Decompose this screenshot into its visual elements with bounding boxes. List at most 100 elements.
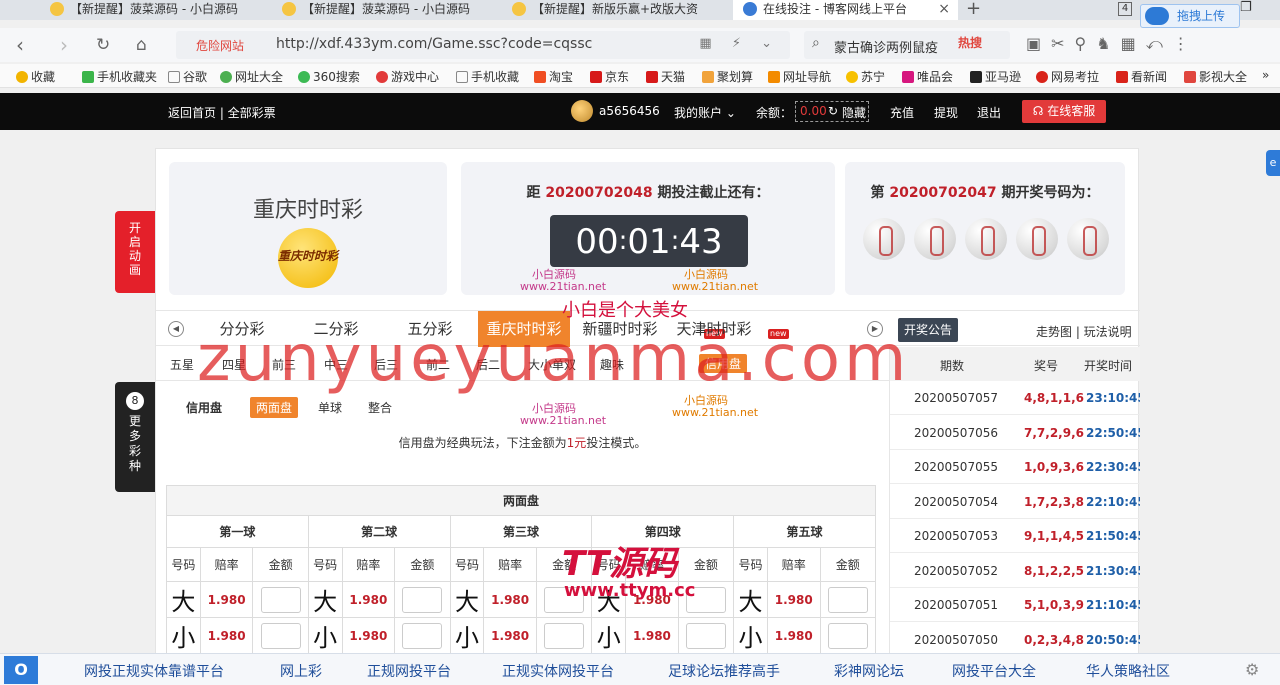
bookmark-item[interactable]: 苏宁 bbox=[846, 68, 885, 85]
ball-header: 第五球 bbox=[733, 515, 876, 548]
tab-count[interactable]: 4 bbox=[1118, 2, 1132, 16]
amount-input[interactable] bbox=[402, 586, 443, 613]
home-icon[interactable]: ⌂ bbox=[136, 33, 147, 57]
history-row: 20200507057 4,8,1,1,6 23:10:45 bbox=[890, 381, 1140, 415]
bookmark-item[interactable]: 网址导航 bbox=[768, 68, 831, 85]
forward-icon[interactable]: › bbox=[60, 33, 68, 57]
bottom-link[interactable]: 彩神网论坛 bbox=[834, 661, 904, 681]
chart-link[interactable]: 走势图 | 玩法说明 bbox=[1036, 323, 1132, 340]
address-actions-icon[interactable]: ▦ ⚡ ⌄ bbox=[699, 36, 780, 51]
browser-tab[interactable]: 【新提醒】新版乐赢+改版大资 bbox=[502, 0, 732, 20]
bottom-link[interactable]: 正规实体网投平台 bbox=[502, 661, 614, 681]
home-link[interactable]: 返回首页 | 全部彩票 bbox=[168, 104, 276, 121]
bottom-link[interactable]: 网上彩 bbox=[280, 661, 322, 681]
bookmark-item[interactable]: 网址大全 bbox=[220, 68, 283, 85]
hide-balance-link[interactable]: 隐藏 bbox=[842, 104, 866, 121]
mode-tab[interactable]: 整合 bbox=[368, 399, 392, 416]
browser-logo-icon[interactable]: O bbox=[4, 656, 38, 684]
mode-tab[interactable]: 单球 bbox=[318, 399, 342, 416]
amount-input[interactable] bbox=[544, 622, 585, 649]
bet-row: 小 1.980 小 1.980 小 1.980 小 1.980 小 1.980 bbox=[166, 617, 877, 654]
nav-icon bbox=[768, 71, 780, 83]
watermark-url: www.21tian.net bbox=[520, 280, 607, 293]
address-bar[interactable]: 危险网站 http://xdf.433ym.com/Game.ssc?code=… bbox=[176, 31, 790, 59]
gear-icon[interactable]: ⚙ bbox=[1245, 660, 1259, 679]
bookmark-item[interactable]: 收藏 bbox=[16, 68, 55, 85]
search-input[interactable]: 蒙古确诊两例鼠疫 bbox=[834, 37, 938, 56]
my-account-link[interactable]: 我的账户 ⌄ bbox=[674, 104, 736, 121]
upload-button[interactable]: 拖拽上传 bbox=[1140, 4, 1240, 28]
mode-tab-active[interactable]: 两面盘 bbox=[250, 397, 299, 418]
bet-option[interactable]: 大 bbox=[166, 581, 201, 618]
bet-option[interactable]: 大 bbox=[449, 581, 485, 618]
browser-tab-active[interactable]: 在线投注 - 博客网线上平台 × bbox=[733, 0, 958, 20]
bookmark-item[interactable]: 看新闻 bbox=[1116, 68, 1167, 85]
amount-input[interactable] bbox=[685, 622, 726, 649]
game-title: 重庆时时彩 bbox=[252, 198, 363, 223]
online-service-button[interactable]: ☊ 在线客服 bbox=[1022, 100, 1106, 123]
bookmark-item[interactable]: 游戏中心 bbox=[376, 68, 439, 85]
ball-header: 第二球 bbox=[307, 515, 451, 548]
bookmarks-more[interactable]: » bbox=[1262, 68, 1269, 82]
reload-icon[interactable]: ↻ bbox=[96, 33, 110, 57]
withdraw-link[interactable]: 提现 bbox=[934, 104, 958, 121]
hot-search-label[interactable]: 热搜 bbox=[958, 34, 982, 51]
bookmark-item[interactable]: 网易考拉 bbox=[1036, 68, 1099, 85]
back-icon[interactable]: ‹ bbox=[16, 33, 24, 57]
history-row: 20200507051 5,1,0,3,9 21:10:45 bbox=[890, 588, 1140, 622]
new-tab-icon[interactable]: + bbox=[966, 0, 981, 19]
bottom-link[interactable]: 正规网投平台 bbox=[367, 661, 451, 681]
bottom-link[interactable]: 网投正规实体靠谱平台 bbox=[84, 661, 224, 681]
bet-option[interactable]: 小 bbox=[733, 617, 768, 654]
game-icon bbox=[376, 71, 388, 83]
browser-tab[interactable]: 【新提醒】菠菜源码 - 小白源码 bbox=[272, 0, 502, 20]
search-icon: ⌕ bbox=[812, 35, 820, 51]
bottom-link[interactable]: 华人策略社区 bbox=[1086, 661, 1170, 681]
bookmark-item[interactable]: 天猫 bbox=[646, 68, 685, 85]
refresh-icon[interactable]: ↻ bbox=[828, 104, 838, 118]
more-lotteries-button[interactable]: 8 更多彩种 bbox=[115, 382, 155, 492]
bet-option[interactable]: 大 bbox=[733, 581, 768, 618]
watermark-tt-url: www.ttym.cc bbox=[564, 580, 696, 601]
amount-input[interactable] bbox=[260, 622, 301, 649]
bottom-link[interactable]: 足球论坛推荐高手 bbox=[668, 661, 780, 681]
bottom-link[interactable]: 网投平台大全 bbox=[952, 661, 1036, 681]
bookmark-item[interactable]: 手机收藏 bbox=[456, 68, 519, 85]
amount-input[interactable] bbox=[827, 586, 868, 613]
bet-option[interactable]: 小 bbox=[307, 617, 343, 654]
col-header: 赔率 bbox=[199, 547, 254, 582]
amount-input[interactable] bbox=[402, 622, 443, 649]
bookmark-item[interactable]: 手机收藏夹 bbox=[82, 68, 157, 85]
toolbar-icons[interactable]: ▣✂⚲♞▦⤺⋮ bbox=[1026, 34, 1199, 54]
logout-link[interactable]: 退出 bbox=[977, 104, 1001, 121]
amount-input[interactable] bbox=[827, 622, 868, 649]
play-tab[interactable]: 五星 bbox=[170, 356, 194, 373]
bookmark-item[interactable]: 亚马逊 bbox=[970, 68, 1021, 85]
odds: 1.980 bbox=[341, 581, 396, 618]
odds: 1.980 bbox=[483, 617, 537, 654]
bet-option[interactable]: 大 bbox=[307, 581, 343, 618]
recharge-link[interactable]: 充值 bbox=[890, 104, 914, 121]
bet-option[interactable]: 小 bbox=[591, 617, 627, 654]
bet-option[interactable]: 小 bbox=[449, 617, 485, 654]
bookmark-item[interactable]: 影视大全 bbox=[1184, 68, 1247, 85]
kaola-icon bbox=[1036, 71, 1048, 83]
side-float-icon[interactable]: e bbox=[1266, 150, 1280, 176]
bookmark-item[interactable]: 唯品会 bbox=[902, 68, 953, 85]
bookmark-item[interactable]: 淘宝 bbox=[534, 68, 573, 85]
odds: 1.980 bbox=[625, 617, 679, 654]
bet-option[interactable]: 小 bbox=[166, 617, 201, 654]
url-text[interactable]: http://xdf.433ym.com/Game.ssc?code=cqssc bbox=[276, 36, 592, 52]
avatar[interactable] bbox=[571, 100, 593, 122]
bookmark-item[interactable]: 京东 bbox=[590, 68, 629, 85]
col-header: 赔率 bbox=[766, 547, 821, 582]
bookmark-item[interactable]: 聚划算 bbox=[702, 68, 753, 85]
amount-input[interactable] bbox=[260, 586, 301, 613]
close-icon[interactable]: × bbox=[938, 0, 950, 18]
restore-icon[interactable]: ❐ bbox=[1240, 0, 1252, 15]
prev-arrow-icon[interactable]: ◀ bbox=[168, 321, 184, 337]
bookmark-item[interactable]: 谷歌 bbox=[168, 68, 207, 85]
animation-toggle-button[interactable]: 开启动画 bbox=[115, 211, 155, 293]
browser-tab[interactable]: 【新提醒】菠菜源码 - 小白源码 bbox=[40, 0, 270, 20]
bookmark-item[interactable]: 360搜索 bbox=[298, 68, 360, 85]
